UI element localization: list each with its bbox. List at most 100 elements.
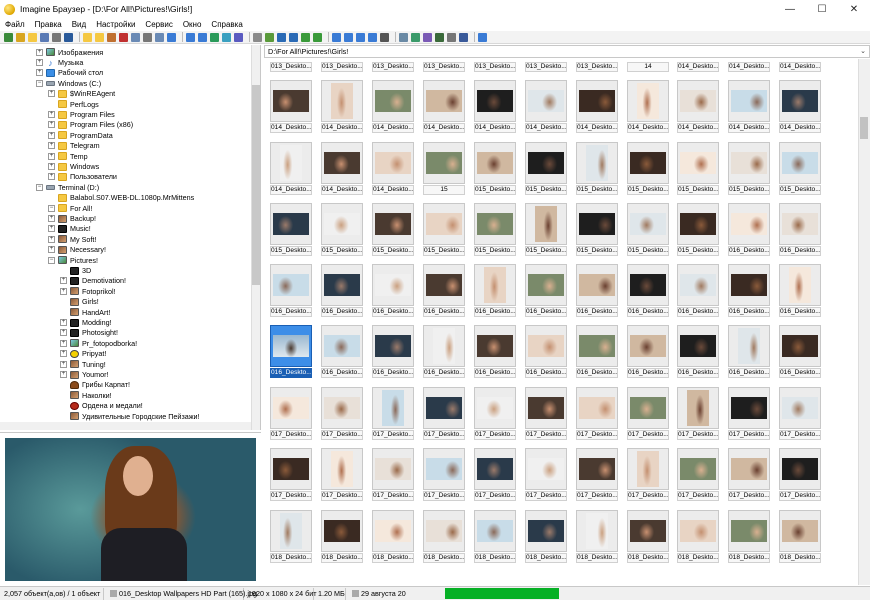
cut-icon[interactable]	[143, 32, 152, 42]
view-icon[interactable]	[167, 32, 176, 42]
tree-item[interactable]: − Terminal (D:)	[36, 182, 99, 192]
film-icon[interactable]	[380, 32, 389, 42]
save-icon[interactable]	[64, 32, 73, 42]
tools-icon[interactable]	[399, 32, 408, 42]
menu-item-6[interactable]: Справка	[206, 20, 247, 29]
close-button[interactable]: ✕	[838, 0, 870, 18]
rotate-icon[interactable]	[301, 32, 310, 42]
batch-icon[interactable]	[411, 32, 420, 42]
expand-icon[interactable]: +	[60, 277, 67, 285]
tree-item[interactable]: − Pictures!	[48, 255, 98, 265]
tree-item[interactable]: Balabol.S07.WEB-DL.1080p.MrMittens	[48, 193, 194, 203]
collapse-icon[interactable]: −	[48, 256, 55, 264]
expand-icon[interactable]: +	[48, 90, 55, 98]
tree-item[interactable]: + ProgramData	[48, 130, 113, 140]
expand-icon[interactable]: +	[48, 225, 55, 233]
grid-scrollbar-thumb[interactable]	[860, 117, 868, 139]
history-icon[interactable]	[210, 32, 219, 42]
address-bar[interactable]: D:\For All!\Pictures!\Girls! ⌄	[264, 45, 870, 58]
tree-item[interactable]: + Рабочий стол	[36, 68, 103, 78]
convert-icon[interactable]	[313, 32, 322, 42]
image-icon[interactable]	[265, 32, 274, 42]
tree-item[interactable]: Наколки!	[60, 390, 112, 400]
expand-icon[interactable]: +	[36, 59, 43, 67]
tree-item[interactable]: PerfLogs	[48, 99, 99, 109]
tree-item[interactable]: + Fotoprikol!	[60, 286, 116, 296]
expand-icon[interactable]: +	[48, 215, 55, 223]
expand-icon[interactable]: +	[60, 287, 67, 295]
expand-icon[interactable]: +	[36, 69, 43, 77]
forward-icon[interactable]	[289, 32, 298, 42]
expand-icon[interactable]: +	[48, 246, 55, 254]
refresh-icon[interactable]	[4, 32, 13, 42]
folder-icon[interactable]	[28, 32, 37, 42]
tree-item[interactable]: + My Soft!	[48, 234, 96, 244]
expand-icon[interactable]: +	[48, 121, 55, 129]
rename-icon[interactable]	[423, 32, 432, 42]
tree-item[interactable]: Грибы Карпат!	[60, 380, 130, 390]
open-icon[interactable]	[83, 32, 92, 42]
edit-icon[interactable]	[459, 32, 468, 42]
tree-item[interactable]: Удивительные Городские Пейзажи!	[60, 411, 200, 421]
expand-icon[interactable]: +	[60, 319, 67, 327]
thumbnails-icon[interactable]	[198, 32, 207, 42]
expand-icon[interactable]: +	[48, 173, 55, 181]
tree-item[interactable]: + Backup!	[48, 213, 96, 223]
tree-item[interactable]: + Program Files (x86)	[48, 120, 133, 130]
print-icon[interactable]	[52, 32, 61, 42]
tree-horizontal-scrollbar[interactable]	[0, 422, 251, 430]
collapse-icon[interactable]: −	[36, 79, 43, 87]
expand-icon[interactable]: +	[60, 350, 67, 358]
tree-item[interactable]: + Music!	[48, 224, 91, 234]
folder-up-icon[interactable]	[16, 32, 25, 42]
tree-item[interactable]: + Pr_fotopodborka!	[60, 338, 137, 348]
folder-tree[interactable]: +Video!Удивительные Городские Пейзажи!Ор…	[0, 45, 261, 430]
expand-icon[interactable]: +	[48, 111, 55, 119]
paste-icon[interactable]	[155, 32, 164, 42]
list-icon[interactable]	[332, 32, 341, 42]
tree-item[interactable]: + $WinREAgent	[48, 89, 115, 99]
menu-item-4[interactable]: Сервис	[140, 20, 177, 29]
settings-icon[interactable]	[447, 32, 456, 42]
expand-icon[interactable]: +	[60, 329, 67, 337]
tree-item[interactable]: + ♪ Музыка	[36, 57, 83, 67]
tree-item[interactable]: + Youmor!	[60, 369, 109, 379]
minimize-button[interactable]: —	[774, 0, 806, 18]
grid-large-icon[interactable]	[368, 32, 377, 42]
expand-icon[interactable]: +	[60, 371, 67, 379]
map-icon[interactable]	[222, 32, 231, 42]
tree-item[interactable]: + Temp	[48, 151, 88, 161]
chevron-down-icon[interactable]: ⌄	[860, 46, 866, 57]
tree-item[interactable]: + Пользователи	[48, 172, 117, 182]
back-icon[interactable]	[277, 32, 286, 42]
slideshow-icon[interactable]	[234, 32, 243, 42]
tree-item[interactable]: + Demotivation!	[60, 276, 126, 286]
expand-icon[interactable]: +	[48, 131, 55, 139]
details-icon[interactable]	[186, 32, 195, 42]
collapse-icon[interactable]: −	[36, 183, 43, 191]
menu-item-0[interactable]: Файл	[0, 20, 30, 29]
grid-small-icon[interactable]	[356, 32, 365, 42]
tree-item[interactable]: − Windows (C:)	[36, 78, 101, 88]
tree-item[interactable]: Ордена и медали!	[60, 401, 143, 411]
expand-icon[interactable]: +	[48, 235, 55, 243]
thumbnail-grid[interactable]: 013_Deskto... 013_Deskto... 013_Deskto... 0…	[264, 59, 858, 585]
tree-item[interactable]: + Program Files	[48, 109, 115, 119]
expand-icon[interactable]: +	[36, 48, 43, 56]
tree-item[interactable]: + Pripyat!	[60, 349, 106, 359]
move-icon[interactable]	[107, 32, 116, 42]
collapse-icon[interactable]: −	[48, 204, 55, 212]
tree-item[interactable]: + Photosight!	[60, 328, 118, 338]
tree-scrollbar-thumb[interactable]	[252, 85, 260, 285]
menu-item-3[interactable]: Настройки	[91, 20, 140, 29]
expand-icon[interactable]: +	[60, 339, 67, 347]
help-icon[interactable]	[478, 32, 487, 42]
expand-icon[interactable]: +	[48, 142, 55, 150]
expand-icon[interactable]: +	[48, 152, 55, 160]
tree-item[interactable]: − For All!	[48, 203, 92, 213]
expand-icon[interactable]: +	[48, 163, 55, 171]
tree-item[interactable]: 3D	[60, 265, 91, 275]
grid-icon[interactable]	[344, 32, 353, 42]
menu-item-1[interactable]: Правка	[30, 20, 67, 29]
tree-item[interactable]: + Modding!	[60, 317, 112, 327]
